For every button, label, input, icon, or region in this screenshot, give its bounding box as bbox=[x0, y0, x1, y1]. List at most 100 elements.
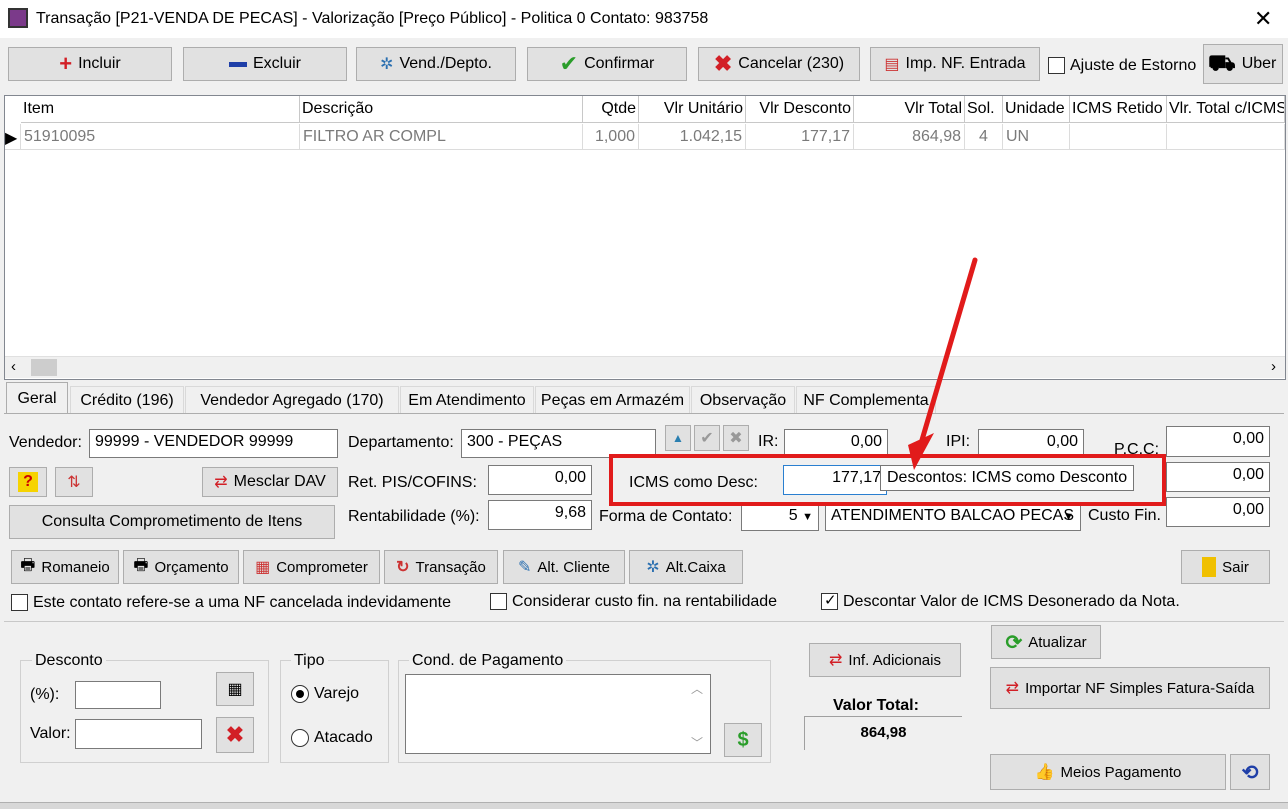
merge-icon: ⇄ bbox=[829, 652, 843, 669]
tab-em-atendimento[interactable]: Em Atendimento bbox=[400, 386, 534, 414]
window-title: Transação [P21-VENDA DE PECAS] - Valoriz… bbox=[36, 10, 709, 27]
grid-header-descricao[interactable]: Descrição bbox=[300, 96, 583, 123]
uber-button[interactable]: ⛟ Uber bbox=[1203, 44, 1283, 84]
clear-discount-button[interactable]: ✖ bbox=[216, 717, 254, 753]
user-edit-icon: ✎ bbox=[518, 559, 532, 576]
grid-header-icms-retido[interactable]: ICMS Retido bbox=[1070, 96, 1167, 123]
comprometer-button[interactable]: ▦ Comprometer bbox=[243, 550, 380, 584]
ret-pis-field[interactable]: 0,00 bbox=[488, 465, 592, 495]
cell-icms-retido[interactable] bbox=[1070, 124, 1167, 150]
atualizar-button[interactable]: ⟳ Atualizar bbox=[991, 625, 1101, 659]
grid-header-qtde[interactable]: Qtde bbox=[583, 96, 639, 123]
cell-vlr-total-icms[interactable] bbox=[1167, 124, 1285, 150]
consulta-comprometimento-button[interactable]: Consulta Comprometimento de Itens bbox=[9, 505, 335, 539]
alt-caixa-button[interactable]: ✲ Alt.Caixa bbox=[629, 550, 743, 584]
cell-item[interactable]: 51910095 bbox=[21, 124, 300, 150]
custo-fin-checkbox[interactable] bbox=[490, 593, 507, 610]
pcc-field[interactable]: 0,00 bbox=[1166, 426, 1270, 457]
mesclar-dav-button[interactable]: ⇄ Mesclar DAV bbox=[202, 467, 338, 497]
tab-observacao[interactable]: Observação bbox=[691, 386, 795, 414]
grid-header-vlr-unitario[interactable]: Vlr Unitário bbox=[639, 96, 746, 123]
plus-icon: + bbox=[59, 51, 73, 76]
orcamento-button[interactable]: 🖶 Orçamento bbox=[123, 550, 239, 584]
grid-header-vlr-desconto[interactable]: Vlr Desconto bbox=[746, 96, 854, 123]
cell-unidade[interactable]: UN bbox=[1003, 124, 1070, 150]
importar-nf-button[interactable]: ⇄ Importar NF Simples Fatura-Saída bbox=[990, 667, 1270, 709]
close-icon[interactable]: ✕ bbox=[1254, 6, 1272, 32]
tab-pecas-armazem[interactable]: Peças em Armazém bbox=[535, 386, 690, 414]
cell-descricao[interactable]: FILTRO AR COMPL bbox=[300, 124, 583, 150]
imp-nf-entrada-button[interactable]: ▤ Imp. NF. Entrada bbox=[870, 47, 1040, 81]
divider bbox=[4, 621, 1284, 622]
sync-icon: ⟲ bbox=[1241, 761, 1259, 784]
minus-icon bbox=[228, 61, 247, 67]
grid-header-vlr-total[interactable]: Vlr Total bbox=[854, 96, 965, 123]
tab-credito[interactable]: Crédito (196) bbox=[70, 386, 184, 414]
rentabilidade-field[interactable]: 9,68 bbox=[488, 500, 592, 530]
horizontal-scrollbar[interactable]: ‹ › bbox=[5, 356, 1285, 378]
transacao-button[interactable]: ↻ Transação bbox=[384, 550, 498, 584]
tab-vendedor-agregado[interactable]: Vendedor Agregado (170) bbox=[185, 386, 399, 414]
scroll-left-icon[interactable]: ‹ bbox=[11, 358, 16, 375]
incluir-button[interactable]: + Incluir bbox=[8, 47, 172, 81]
cond-pagamento-list[interactable] bbox=[405, 674, 711, 754]
ajuste-estorno-checkbox[interactable] bbox=[1048, 57, 1065, 74]
tab-geral[interactable]: Geral bbox=[6, 382, 68, 414]
scroll-down-icon[interactable]: ﹀ bbox=[691, 734, 703, 751]
calendar-icon: ▦ bbox=[255, 559, 271, 576]
confirmar-button[interactable]: ✔ Confirmar bbox=[527, 47, 687, 81]
cell-sol[interactable]: 4 bbox=[965, 124, 1003, 150]
vend-depto-button[interactable]: ✲ Vend./Depto. bbox=[356, 47, 516, 81]
cell-qtde[interactable]: 1,000 bbox=[583, 124, 639, 150]
nf-cancelada-checkbox[interactable] bbox=[11, 594, 28, 611]
forma-contato-code-select[interactable]: 5 ▼ bbox=[741, 503, 819, 531]
cancelar-button[interactable]: ✖ Cancelar (230) bbox=[698, 47, 860, 81]
grid-header-unidade[interactable]: Unidade bbox=[1003, 96, 1070, 123]
red-arrow bbox=[908, 257, 978, 470]
arrow-up-button[interactable]: ▲ bbox=[665, 425, 691, 451]
romaneio-button[interactable]: 🖶 Romaneio bbox=[11, 550, 119, 584]
cell-vlr-total[interactable]: 864,98 bbox=[854, 124, 965, 150]
meios-pagamento-button[interactable]: 👍 Meios Pagamento bbox=[990, 754, 1226, 790]
descontar-icms-checkbox[interactable] bbox=[821, 591, 838, 610]
people-icon: ✲ bbox=[646, 559, 660, 576]
scroll-up-icon[interactable]: ︿ bbox=[691, 680, 703, 697]
inf-adicionais-button[interactable]: ⇄ Inf. Adicionais bbox=[809, 643, 961, 677]
cancel-small-button[interactable]: ✖ bbox=[723, 425, 749, 451]
forma-contato-select[interactable]: ATENDIMENTO BALCAO PECAS ▼ bbox=[825, 503, 1081, 531]
atacado-radio[interactable] bbox=[291, 729, 309, 747]
transfer-button[interactable]: ⇅ bbox=[55, 467, 93, 497]
tipo-group bbox=[280, 660, 389, 763]
right-value-field[interactable]: 0,00 bbox=[1166, 462, 1270, 492]
sync-button[interactable]: ⟲ bbox=[1230, 754, 1270, 790]
ir-field[interactable]: 0,00 bbox=[784, 429, 888, 457]
valor-field[interactable] bbox=[75, 719, 202, 749]
help-button[interactable]: ? bbox=[9, 467, 47, 497]
chevron-down-icon: ▼ bbox=[1063, 511, 1074, 523]
pct-field[interactable] bbox=[75, 681, 161, 709]
custo-fin-field[interactable]: 0,00 bbox=[1166, 497, 1270, 527]
document-icon: ▤ bbox=[884, 56, 900, 73]
grid-header-vlr-total-icms[interactable]: Vlr. Total c/ICMS bbox=[1167, 96, 1285, 123]
confirm-small-button[interactable]: ✔ bbox=[694, 425, 720, 451]
ipi-field[interactable]: 0,00 bbox=[978, 429, 1084, 457]
dollar-button[interactable]: $ bbox=[724, 723, 762, 757]
grid-header-sol[interactable]: Sol. bbox=[965, 96, 1003, 123]
printer-icon: 🖶 bbox=[20, 556, 36, 574]
vendedor-field[interactable]: 99999 - VENDEDOR 99999 bbox=[89, 429, 338, 458]
scroll-right-icon[interactable]: › bbox=[1271, 358, 1276, 375]
ajuste-estorno-label: Ajuste de Estorno bbox=[1070, 57, 1197, 74]
sair-button[interactable]: Sair bbox=[1181, 550, 1270, 584]
calculator-button[interactable]: ▦ bbox=[216, 672, 254, 706]
people-icon: ✲ bbox=[380, 56, 394, 73]
scroll-thumb[interactable] bbox=[31, 359, 57, 376]
varejo-radio[interactable] bbox=[291, 685, 309, 703]
grid-header-item[interactable]: Item bbox=[21, 96, 300, 123]
excluir-button[interactable]: Excluir bbox=[183, 47, 347, 81]
check-icon: ✔ bbox=[700, 430, 714, 447]
custo-fin-label: Custo Fin. bbox=[1088, 507, 1161, 524]
cell-vlr-desconto[interactable]: 177,17 bbox=[746, 124, 854, 150]
cell-vlr-unitario[interactable]: 1.042,15 bbox=[639, 124, 746, 150]
alt-cliente-button[interactable]: ✎ Alt. Cliente bbox=[503, 550, 625, 584]
valor-total-label: Valor Total: bbox=[833, 697, 919, 714]
